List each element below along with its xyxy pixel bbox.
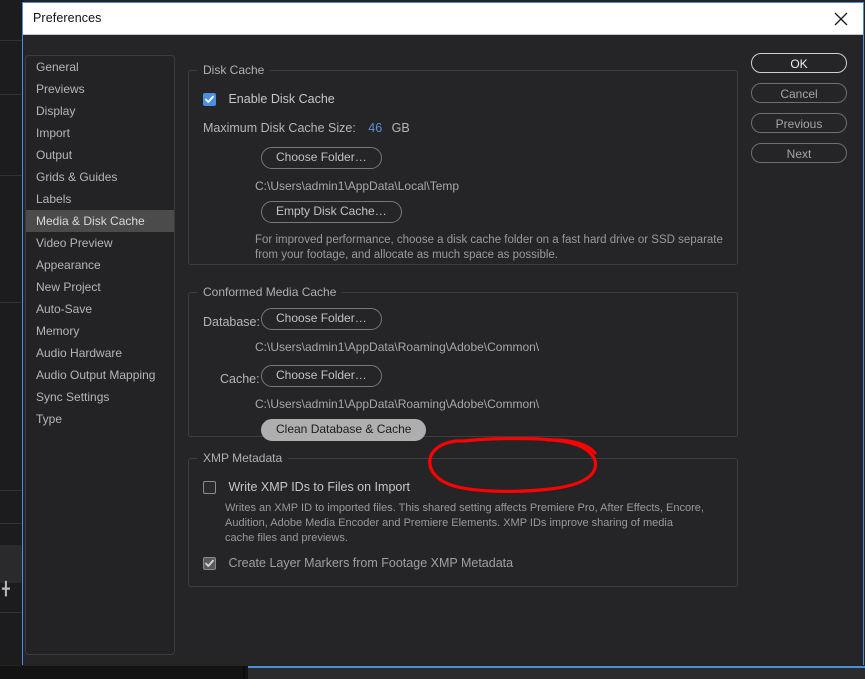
database-label-text: Database: [203,315,260,329]
dialog-titlebar: Preferences [23,3,863,35]
sidebar-item-labels[interactable]: Labels [26,188,174,210]
disk-cache-group: Disk Cache Enable Disk Cache Maximum Dis… [188,63,738,265]
sidebar-item-video-preview[interactable]: Video Preview [26,232,174,254]
sidebar-item-audio-hardware[interactable]: Audio Hardware [26,342,174,364]
cache-label-text: Cache: [220,372,260,386]
database-choose-folder-button[interactable]: Choose Folder… [261,308,382,330]
disk-cache-path: C:\Users\admin1\AppData\Local\Temp [255,177,459,195]
database-label: Database: [203,313,260,331]
cache-path-text: C:\Users\admin1\AppData\Roaming\Adobe\Co… [255,397,539,411]
disk-cache-hint-text: For improved performance, choose a disk … [255,233,725,263]
conformed-media-cache-group: Conformed Media Cache Database: Choose F… [188,285,738,437]
screen: ╋ Preferences General Previews Display I… [0,0,865,679]
enable-disk-cache-checkbox[interactable] [203,93,216,106]
background-bottom-panel [248,666,865,679]
conformed-media-cache-legend: Conformed Media Cache [197,285,342,299]
sidebar-item-grids-guides[interactable]: Grids & Guides [26,166,174,188]
write-xmp-ids-label: Write XMP IDs to Files on Import [228,480,410,494]
database-path: C:\Users\admin1\AppData\Roaming\Adobe\Co… [255,338,539,356]
database-path-text: C:\Users\admin1\AppData\Roaming\Adobe\Co… [255,340,539,354]
enable-disk-cache-row[interactable]: Enable Disk Cache [203,91,335,109]
write-xmp-ids-hint-text: Writes an XMP ID to imported files. This… [225,501,705,546]
next-button[interactable]: Next [751,143,847,163]
disk-cache-hint: For improved performance, choose a disk … [255,233,725,263]
sidebar-item-audio-output-mapping[interactable]: Audio Output Mapping [26,364,174,386]
enable-disk-cache-label: Enable Disk Cache [228,92,334,106]
preferences-category-list[interactable]: General Previews Display Import Output G… [25,55,175,655]
dialog-action-buttons: OK Cancel Previous Next [751,53,851,173]
disk-cache-choose-folder-row[interactable]: Choose Folder… [261,147,382,169]
sidebar-item-output[interactable]: Output [26,144,174,166]
empty-disk-cache-button[interactable]: Empty Disk Cache… [261,201,402,223]
sidebar-item-memory[interactable]: Memory [26,320,174,342]
preferences-dialog: Preferences General Previews Display Imp… [22,2,864,665]
sidebar-item-type[interactable]: Type [26,408,174,430]
background-bottom-divider [243,666,245,679]
xmp-metadata-legend: XMP Metadata [197,451,288,465]
sidebar-item-auto-save[interactable]: Auto-Save [26,298,174,320]
dialog-body: General Previews Display Import Output G… [23,35,863,665]
disk-cache-path-text: C:\Users\admin1\AppData\Local\Temp [255,179,459,193]
sidebar-item-import[interactable]: Import [26,122,174,144]
preferences-content: Disk Cache Enable Disk Cache Maximum Dis… [188,55,748,655]
create-layer-markers-row[interactable]: Create Layer Markers from Footage XMP Me… [203,555,513,573]
cancel-button[interactable]: Cancel [751,83,847,103]
create-layer-markers-label: Create Layer Markers from Footage XMP Me… [228,556,513,570]
cache-path: C:\Users\admin1\AppData\Roaming\Adobe\Co… [255,395,539,413]
empty-disk-cache-row[interactable]: Empty Disk Cache… [261,201,402,223]
max-disk-cache-size-unit: GB [392,121,410,135]
sidebar-item-media-disk-cache[interactable]: Media & Disk Cache [26,210,174,232]
cache-choose-folder-row[interactable]: Choose Folder… [261,365,382,387]
sidebar-item-new-project[interactable]: New Project [26,276,174,298]
max-disk-cache-size-label: Maximum Disk Cache Size: [203,121,356,135]
sidebar-item-display[interactable]: Display [26,100,174,122]
dialog-title: Preferences [33,11,102,25]
sidebar-item-sync-settings[interactable]: Sync Settings [26,386,174,408]
clean-database-and-cache-button[interactable]: Clean Database & Cache [261,419,426,441]
write-xmp-ids-checkbox[interactable] [203,481,216,494]
max-disk-cache-size-row: Maximum Disk Cache Size: 46 GB [203,119,410,137]
xmp-metadata-group: XMP Metadata Write XMP IDs to Files on I… [188,451,738,587]
database-choose-folder-row[interactable]: Choose Folder… [261,308,382,330]
background-left-toolstrip [0,0,23,665]
ok-button[interactable]: OK [751,53,847,73]
write-xmp-ids-hint: Writes an XMP ID to imported files. This… [225,501,705,546]
cache-choose-folder-button[interactable]: Choose Folder… [261,365,382,387]
close-icon[interactable] [818,3,863,34]
cache-label: Cache: [220,370,260,388]
disk-cache-choose-folder-button[interactable]: Choose Folder… [261,147,382,169]
write-xmp-ids-row[interactable]: Write XMP IDs to Files on Import [203,479,410,497]
previous-button[interactable]: Previous [751,113,847,133]
sidebar-item-previews[interactable]: Previews [26,78,174,100]
clean-database-cache-row[interactable]: Clean Database & Cache [261,419,426,441]
disk-cache-legend: Disk Cache [197,63,270,77]
panel-menu-icon[interactable]: ╋ [2,583,14,597]
sidebar-item-appearance[interactable]: Appearance [26,254,174,276]
sidebar-item-general[interactable]: General [26,56,174,78]
create-layer-markers-checkbox[interactable] [203,557,216,570]
max-disk-cache-size-value[interactable]: 46 [368,121,382,135]
